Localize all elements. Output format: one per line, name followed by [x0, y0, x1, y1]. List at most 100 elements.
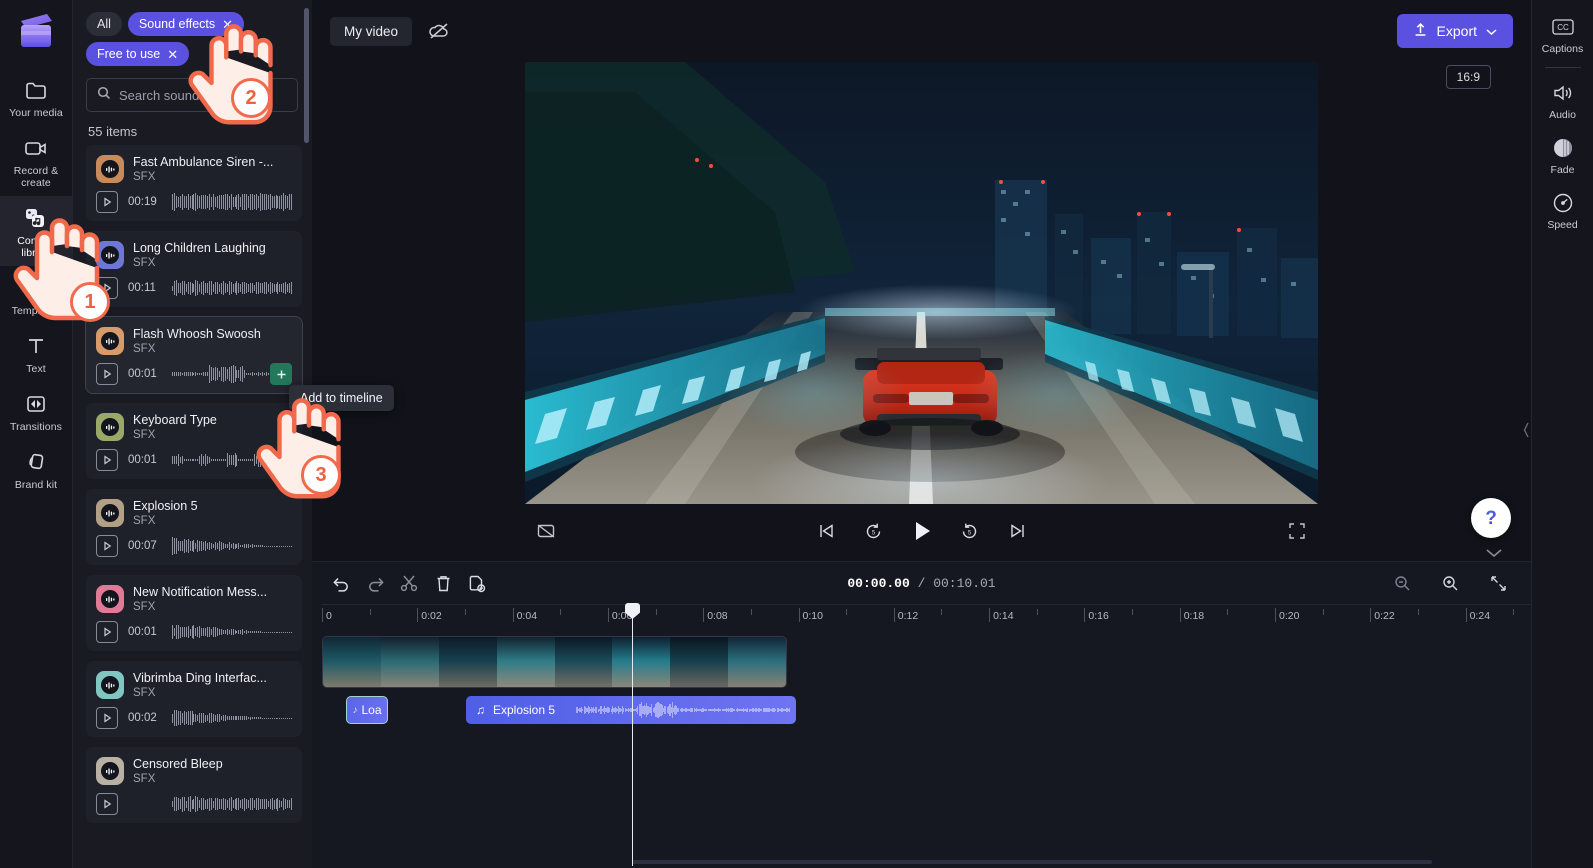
- sfx-waveform: [172, 621, 292, 643]
- forward-5-icon[interactable]: 5: [957, 518, 983, 544]
- collapse-panel-handle[interactable]: [1521, 410, 1531, 450]
- video-preview[interactable]: [525, 62, 1318, 504]
- sound-effect-card[interactable]: Censored Bleep SFX: [86, 747, 302, 823]
- left-nav-rail: Your media Record & create Content libra…: [0, 0, 72, 868]
- timeline-panel: 00:00.00 / 00:10.01 0 0:02 0:04 0:06 0:0…: [312, 561, 1531, 868]
- trash-icon[interactable]: [428, 568, 458, 598]
- sfx-duration: 00:01: [128, 368, 157, 380]
- magnifier-minus-icon[interactable]: [1387, 568, 1417, 598]
- timeline-tracks[interactable]: ♪ Loa ♫ Explosion 5: [312, 603, 1531, 866]
- step-badge-3: 3: [301, 455, 341, 495]
- tab-audio[interactable]: Audio: [1532, 72, 1593, 127]
- play-button[interactable]: [96, 535, 118, 557]
- sound-effect-card[interactable]: New Notification Mess... SFX 00:01: [86, 575, 302, 651]
- ruler-label: 0:10: [802, 610, 823, 622]
- step-badge-1: 1: [70, 282, 110, 322]
- sfx-type: SFX: [133, 687, 156, 699]
- project-name-field[interactable]: My video: [330, 16, 413, 46]
- sidebar-item-your-media[interactable]: Your media: [0, 68, 72, 126]
- svg-text:CC: CC: [1557, 23, 1569, 32]
- ruler-label: 0:14: [993, 610, 1014, 622]
- sidebar-item-text[interactable]: Text: [0, 324, 72, 382]
- sfx-thumbnail: [96, 585, 124, 613]
- clipchamp-logo-icon[interactable]: [12, 10, 60, 54]
- add-to-timeline-button[interactable]: [270, 363, 292, 385]
- aspect-ratio-badge[interactable]: 16:9: [1445, 65, 1491, 89]
- playhead[interactable]: [625, 603, 640, 866]
- sfx-title: Keyboard Type: [133, 413, 217, 427]
- audio-clip-loading[interactable]: ♪ Loa: [346, 696, 388, 724]
- transitions-icon: [2, 391, 70, 417]
- play-button[interactable]: [96, 707, 118, 729]
- video-thumbnail: [728, 637, 786, 687]
- sound-effect-card[interactable]: Fast Ambulance Siren -... SFX 00:19: [86, 145, 302, 221]
- chip-sound-effects[interactable]: Sound effects ✕: [127, 12, 245, 36]
- sfx-duration: 00:19: [128, 196, 157, 208]
- chevron-down-icon[interactable]: [1486, 23, 1497, 39]
- sfx-title: Long Children Laughing: [133, 241, 266, 255]
- redo-button[interactable]: [360, 568, 390, 598]
- undo-button[interactable]: [326, 568, 356, 598]
- fullscreen-icon[interactable]: [1284, 518, 1310, 544]
- chevron-down-icon[interactable]: [1485, 545, 1503, 563]
- sidebar-item-templates[interactable]: Templates: [0, 266, 72, 324]
- ruler-label: 0:20: [1279, 610, 1300, 622]
- cloud-off-icon[interactable]: [426, 18, 452, 44]
- sound-effect-card[interactable]: Explosion 5 SFX 00:07: [86, 489, 302, 565]
- sfx-waveform: [172, 707, 292, 729]
- fade-icon: [1532, 135, 1593, 161]
- sidebar-label: Transitions: [9, 421, 63, 433]
- play-button[interactable]: [96, 621, 118, 643]
- scissors-icon[interactable]: [394, 568, 424, 598]
- content-library-icon: [2, 205, 70, 231]
- play-button[interactable]: [96, 363, 118, 385]
- library-scrollbar[interactable]: [304, 8, 309, 143]
- speedometer-icon: [1532, 190, 1593, 216]
- close-icon[interactable]: ✕: [222, 18, 233, 31]
- play-button[interactable]: [96, 793, 118, 815]
- duplicate-icon[interactable]: [462, 568, 492, 598]
- sfx-type: SFX: [133, 773, 156, 785]
- sound-effect-card[interactable]: Vibrimba Ding Interfac... SFX 00:02: [86, 661, 302, 737]
- sidebar-item-record-create[interactable]: Record & create: [0, 126, 72, 196]
- sound-effect-card[interactable]: Flash Whoosh Swoosh SFX 00:01: [85, 316, 303, 394]
- upload-icon: [1413, 22, 1428, 40]
- tab-captions[interactable]: CC Captions: [1532, 6, 1593, 61]
- sfx-title: Censored Bleep: [133, 757, 223, 771]
- fit-screen-icon[interactable]: [1483, 568, 1513, 598]
- video-clip[interactable]: [322, 636, 787, 688]
- tab-label: Audio: [1549, 109, 1576, 121]
- help-button[interactable]: ?: [1471, 498, 1511, 538]
- sfx-title: Explosion 5: [133, 499, 198, 513]
- sidebar-item-transitions[interactable]: Transitions: [0, 382, 72, 440]
- total-time: 00:10.01: [933, 575, 996, 591]
- magnifier-plus-icon[interactable]: [1435, 568, 1465, 598]
- tab-speed[interactable]: Speed: [1532, 182, 1593, 237]
- skip-back-icon[interactable]: [813, 518, 839, 544]
- sidebar-item-content-library[interactable]: Content library: [0, 196, 72, 266]
- play-button[interactable]: [96, 191, 118, 213]
- tab-label: Captions: [1541, 43, 1584, 55]
- audio-clip-explosion[interactable]: ♫ Explosion 5: [466, 696, 796, 724]
- chip-all[interactable]: All: [86, 12, 122, 36]
- templates-icon: [2, 275, 70, 301]
- video-thumbnail: [438, 637, 497, 687]
- chip-free-to-use[interactable]: Free to use ✕: [86, 42, 190, 66]
- tab-fade[interactable]: Fade: [1532, 127, 1593, 182]
- captions-off-icon[interactable]: [533, 518, 559, 544]
- export-button[interactable]: Export: [1396, 14, 1513, 48]
- music-note-icon: ♪: [352, 704, 358, 716]
- sound-effect-card[interactable]: Long Children Laughing SFX 00:11: [86, 231, 302, 307]
- play-button[interactable]: [909, 518, 935, 544]
- close-icon[interactable]: ✕: [167, 48, 178, 61]
- back-5-icon[interactable]: 5: [861, 518, 887, 544]
- music-note-icon: ♫: [476, 703, 485, 717]
- sound-effects-list[interactable]: Fast Ambulance Siren -... SFX 00:19 Long Ch…: [72, 145, 312, 865]
- sidebar-item-brand-kit[interactable]: Brand kit: [0, 440, 72, 498]
- timeline-ruler[interactable]: 0 0:02 0:04 0:06 0:08 0:10 0:12 0:14 0:16 0:18 0:2…: [322, 604, 1531, 626]
- sound-effect-card[interactable]: Keyboard Type SFX 00:01: [86, 403, 302, 479]
- skip-forward-icon[interactable]: [1005, 518, 1031, 544]
- play-button[interactable]: [96, 449, 118, 471]
- timeline-scrollbar[interactable]: [632, 860, 1432, 864]
- sfx-duration: 00:11: [128, 282, 156, 294]
